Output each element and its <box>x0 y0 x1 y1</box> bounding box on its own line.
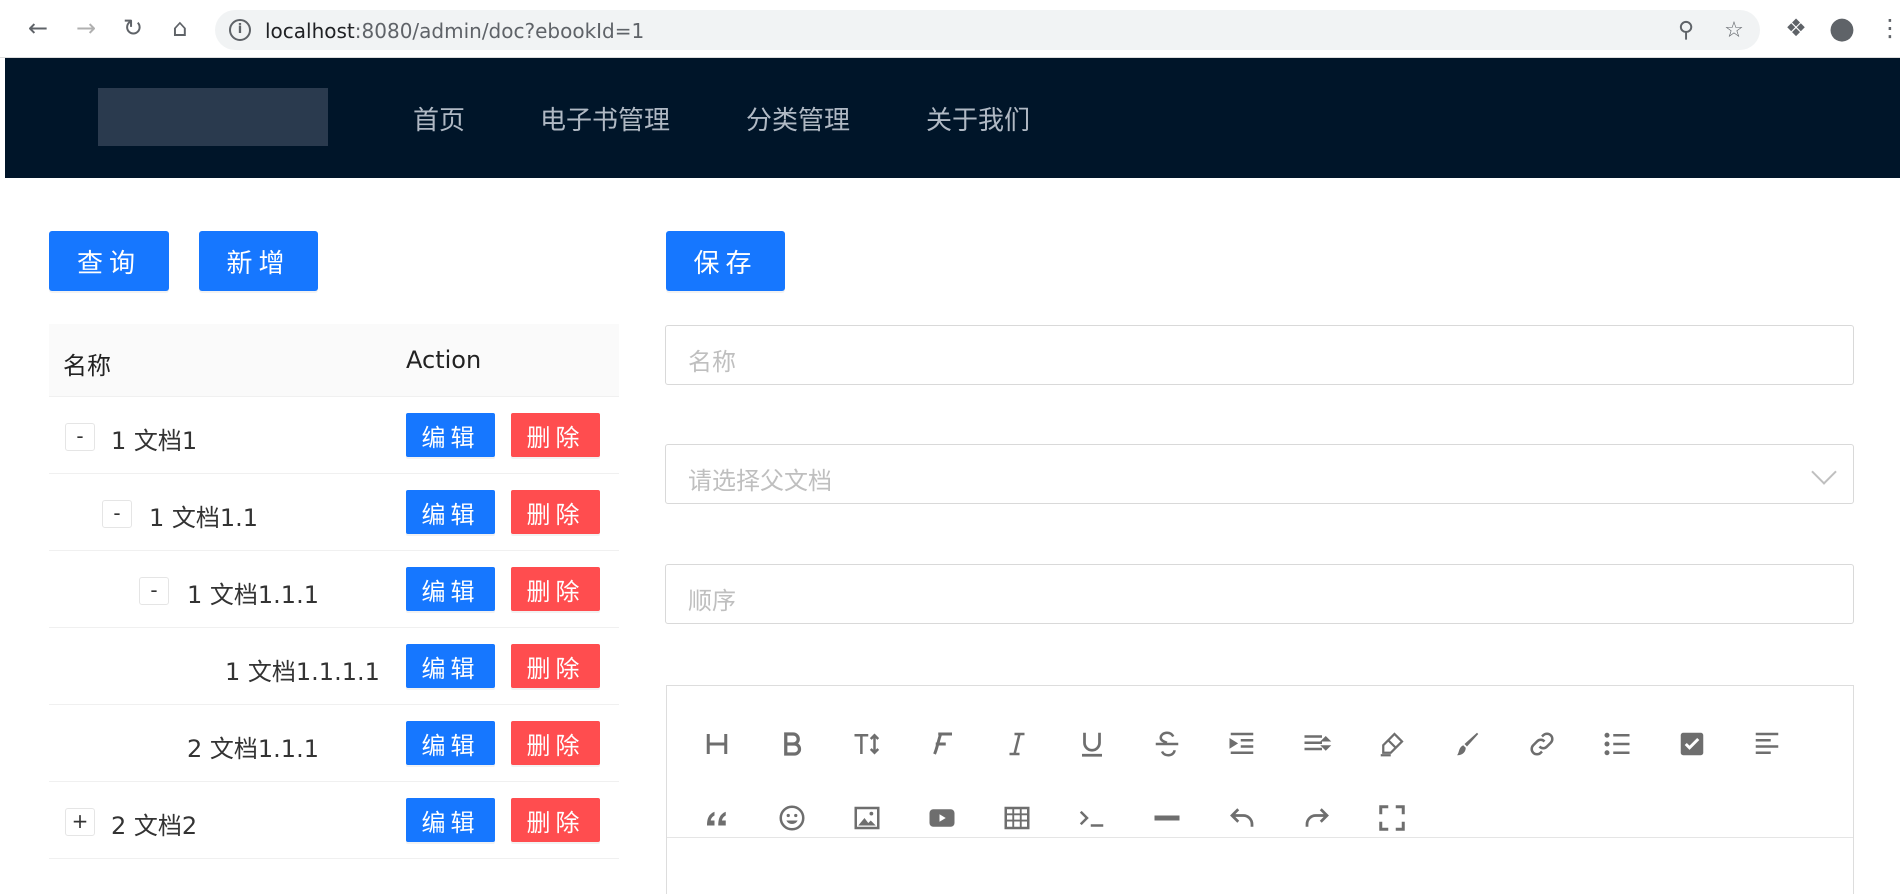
info-icon[interactable]: i <box>229 19 251 41</box>
delete-button[interactable]: 删除 <box>511 413 600 457</box>
emoji-icon[interactable] <box>772 798 812 838</box>
parent-doc-select[interactable]: 请选择父文档 <box>665 444 1854 504</box>
nav-ebook-management[interactable]: 电子书管理 <box>540 100 670 137</box>
expand-toggle[interactable]: + <box>65 808 95 836</box>
delete-button[interactable]: 删除 <box>511 490 600 534</box>
video-icon[interactable] <box>922 798 962 838</box>
editor-content-area[interactable] <box>667 838 1853 894</box>
query-button[interactable]: 查询 <box>49 231 169 291</box>
bullet-list-icon[interactable] <box>1597 724 1637 764</box>
column-name: 名称 <box>63 352 111 380</box>
profile-icon[interactable]: ● <box>1826 11 1858 46</box>
forward-icon[interactable]: → <box>70 12 102 44</box>
table-icon[interactable] <box>997 798 1037 838</box>
italic-icon[interactable] <box>997 724 1037 764</box>
edit-button[interactable]: 编辑 <box>406 490 495 534</box>
url-host: localhost <box>265 19 355 43</box>
back-icon[interactable]: ← <box>22 12 54 44</box>
bold-icon[interactable] <box>772 724 812 764</box>
delete-button[interactable]: 删除 <box>511 721 600 765</box>
browser-chrome: ← → ↻ ⌂ i localhost:8080/admin/doc?ebook… <box>0 0 1900 58</box>
edit-button[interactable]: 编辑 <box>406 567 495 611</box>
checklist-icon[interactable] <box>1672 724 1712 764</box>
extensions-icon[interactable]: ❖ <box>1780 12 1812 44</box>
edit-button[interactable]: 编辑 <box>406 644 495 688</box>
rich-text-editor <box>666 685 1854 894</box>
column-action: Action <box>406 346 482 374</box>
menu-icon[interactable]: ⋮ <box>1874 12 1900 44</box>
fullscreen-icon[interactable] <box>1372 798 1412 838</box>
quote-icon[interactable] <box>697 798 737 838</box>
edit-button[interactable]: 编辑 <box>406 413 495 457</box>
doc-name: 1 文档1.1 <box>149 504 259 532</box>
chevron-down-icon <box>1811 459 1837 485</box>
doc-name: 1 文档1.1.1 <box>187 581 319 609</box>
doc-name: 1 文档1 <box>111 427 198 455</box>
app-header: 首页 电子书管理 分类管理 关于我们 <box>5 58 1900 178</box>
font-family-icon[interactable] <box>922 724 962 764</box>
home-icon[interactable]: ⌂ <box>164 12 196 44</box>
logo <box>98 88 328 146</box>
url-path: :8080/admin/doc?ebookId=1 <box>354 19 645 43</box>
url-text[interactable]: localhost:8080/admin/doc?ebookId=1 <box>265 19 644 43</box>
doc-name: 2 文档2 <box>111 812 198 840</box>
line-height-icon[interactable] <box>1297 724 1337 764</box>
undo-icon[interactable] <box>1222 798 1262 838</box>
save-button[interactable]: 保存 <box>666 231 785 291</box>
table-row: 2 文档1.1.1 编辑 删除 <box>49 705 619 782</box>
collapse-toggle[interactable]: - <box>139 577 169 605</box>
nav-category-management[interactable]: 分类管理 <box>746 100 850 137</box>
indent-icon[interactable] <box>1222 724 1262 764</box>
table-row: - 1 文档1.1 编辑 删除 <box>49 474 619 551</box>
font-size-icon[interactable] <box>847 724 887 764</box>
editor-toolbar <box>667 686 1853 838</box>
align-left-icon[interactable] <box>1747 724 1787 764</box>
collapse-toggle[interactable]: - <box>65 423 95 451</box>
highlighter-icon[interactable] <box>1372 724 1412 764</box>
address-bar[interactable]: i localhost:8080/admin/doc?ebookId=1 ⚲ ☆ <box>215 10 1760 50</box>
heading-icon[interactable] <box>697 724 737 764</box>
doc-name-input[interactable]: 名称 <box>665 325 1854 385</box>
nav-about-us[interactable]: 关于我们 <box>926 100 1030 137</box>
delete-button[interactable]: 删除 <box>511 644 600 688</box>
image-icon[interactable] <box>847 798 887 838</box>
reload-icon[interactable]: ↻ <box>117 12 149 44</box>
doc-tree-table: 名称 Action - 1 文档1 编辑 删除 - 1 文档1.1 编辑 删除 … <box>49 324 619 859</box>
delete-button[interactable]: 删除 <box>511 798 600 842</box>
doc-name-placeholder: 名称 <box>688 348 736 376</box>
table-row: + 2 文档2 编辑 删除 <box>49 782 619 859</box>
add-button[interactable]: 新增 <box>199 231 318 291</box>
doc-name: 1 文档1.1.1.1 <box>225 658 380 686</box>
sort-input[interactable]: 顺序 <box>665 564 1854 624</box>
delete-button[interactable]: 删除 <box>511 567 600 611</box>
collapse-toggle[interactable]: - <box>102 500 132 528</box>
strikethrough-icon[interactable] <box>1147 724 1187 764</box>
underline-icon[interactable] <box>1072 724 1112 764</box>
table-row: 1 文档1.1.1.1 编辑 删除 <box>49 628 619 705</box>
link-icon[interactable] <box>1522 724 1562 764</box>
table-header: 名称 Action <box>49 324 619 397</box>
edit-button[interactable]: 编辑 <box>406 798 495 842</box>
doc-name: 2 文档1.1.1 <box>187 735 319 763</box>
star-icon[interactable]: ☆ <box>1721 18 1747 44</box>
table-row: - 1 文档1 编辑 删除 <box>49 397 619 474</box>
code-icon[interactable] <box>1072 798 1112 838</box>
horizontal-rule-icon[interactable] <box>1147 798 1187 838</box>
redo-icon[interactable] <box>1297 798 1337 838</box>
brush-icon[interactable] <box>1447 724 1487 764</box>
parent-doc-placeholder: 请选择父文档 <box>688 467 832 495</box>
edit-button[interactable]: 编辑 <box>406 721 495 765</box>
zoom-icon[interactable]: ⚲ <box>1673 18 1699 44</box>
table-row: - 1 文档1.1.1 编辑 删除 <box>49 551 619 628</box>
sort-placeholder: 顺序 <box>688 587 736 615</box>
nav-home[interactable]: 首页 <box>413 100 465 137</box>
